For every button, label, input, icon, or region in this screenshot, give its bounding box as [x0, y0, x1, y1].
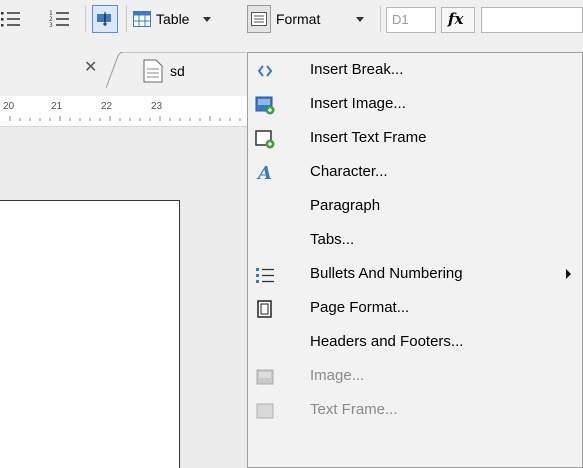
page-format-icon	[254, 298, 276, 320]
svg-text:3: 3	[49, 22, 53, 28]
menu-item-insert-text-frame[interactable]: Insert Text Frame	[248, 121, 582, 155]
menu-item-label: Bullets And Numbering	[310, 265, 463, 282]
submenu-arrow-icon	[566, 269, 571, 279]
toolbar-separator	[126, 6, 127, 32]
close-tab-icon[interactable]: ✕	[84, 57, 97, 77]
insert-text-frame-icon	[254, 128, 276, 150]
image-icon	[254, 366, 276, 388]
format-icon[interactable]	[247, 5, 271, 33]
insert-image-icon	[254, 94, 276, 116]
menu-item-insert-break[interactable]: Insert Break...	[248, 53, 582, 87]
menu-item-text-frame[interactable]: Text Frame...	[248, 393, 582, 427]
menu-item-label: Page Format...	[310, 299, 410, 316]
toolbar: 123 Table Format D1 fx	[0, 0, 583, 40]
formula-input[interactable]	[481, 7, 583, 33]
cell-reference-value: D1	[392, 12, 409, 27]
menu-item-label: Image...	[310, 367, 365, 384]
menu-item-page-format[interactable]: Page Format...	[248, 291, 582, 325]
menu-item-label: Paragraph	[310, 197, 381, 214]
format-menu-button[interactable]: Format	[276, 11, 320, 27]
ruler-tick-label: 23	[151, 101, 163, 112]
menu-item-label: Text Frame...	[310, 401, 398, 418]
menu-item-headers-and-footers[interactable]: Headers and Footers...	[248, 325, 582, 359]
cell-reference-field[interactable]: D1	[386, 7, 436, 33]
menu-item-label: Tabs...	[310, 231, 355, 248]
menu-item-label: Insert Text Frame	[310, 129, 427, 146]
fx-icon: fx	[448, 10, 464, 28]
format-dropdown-caret[interactable]	[356, 17, 364, 22]
table-menu-button[interactable]: Table	[156, 11, 189, 27]
document-tab-sd[interactable]: sd	[138, 59, 248, 87]
bullets-icon	[254, 264, 276, 286]
ruler-tick-label: 22	[101, 101, 113, 112]
table-dropdown-caret[interactable]	[203, 17, 211, 22]
menu-item-label: Character...	[310, 163, 388, 180]
horizontal-ruler[interactable]: 20 21 22 23	[0, 96, 250, 127]
document-page[interactable]	[0, 200, 180, 468]
ruler-tick-label: 21	[51, 101, 63, 112]
menu-item-label: Headers and Footers...	[310, 333, 464, 350]
menu-item-label: Insert Image...	[310, 95, 406, 112]
unordered-list-icon[interactable]	[0, 8, 22, 30]
document-tab-label: sd	[170, 63, 185, 79]
ruler-ticks	[9, 116, 241, 121]
text-frame-icon	[254, 400, 276, 422]
menu-item-image[interactable]: Image...	[248, 359, 582, 393]
document-tab[interactable]: ✕	[0, 50, 116, 90]
menu-item-paragraph[interactable]: Paragraph	[248, 189, 582, 223]
format-menu: Insert Break... Insert Image... Insert T…	[247, 52, 583, 468]
character-icon: A	[258, 162, 272, 184]
toolbar-separator	[380, 6, 381, 32]
document-icon	[142, 59, 164, 86]
table-icon[interactable]	[131, 8, 153, 30]
menu-item-bullets-and-numbering[interactable]: Bullets And Numbering	[248, 257, 582, 291]
menu-item-character[interactable]: A Character...	[248, 155, 582, 189]
menu-item-label: Insert Break...	[310, 61, 404, 78]
menu-item-insert-image[interactable]: Insert Image...	[248, 87, 582, 121]
ordered-list-icon[interactable]: 123	[48, 8, 70, 30]
ruler-tick-label: 20	[3, 101, 15, 112]
toolbar-separator	[85, 6, 86, 32]
menu-item-tabs[interactable]: Tabs...	[248, 223, 582, 257]
formula-function-button[interactable]: fx	[441, 7, 475, 33]
insert-break-icon	[254, 60, 276, 82]
text-frame-toggle-icon[interactable]	[92, 5, 118, 33]
